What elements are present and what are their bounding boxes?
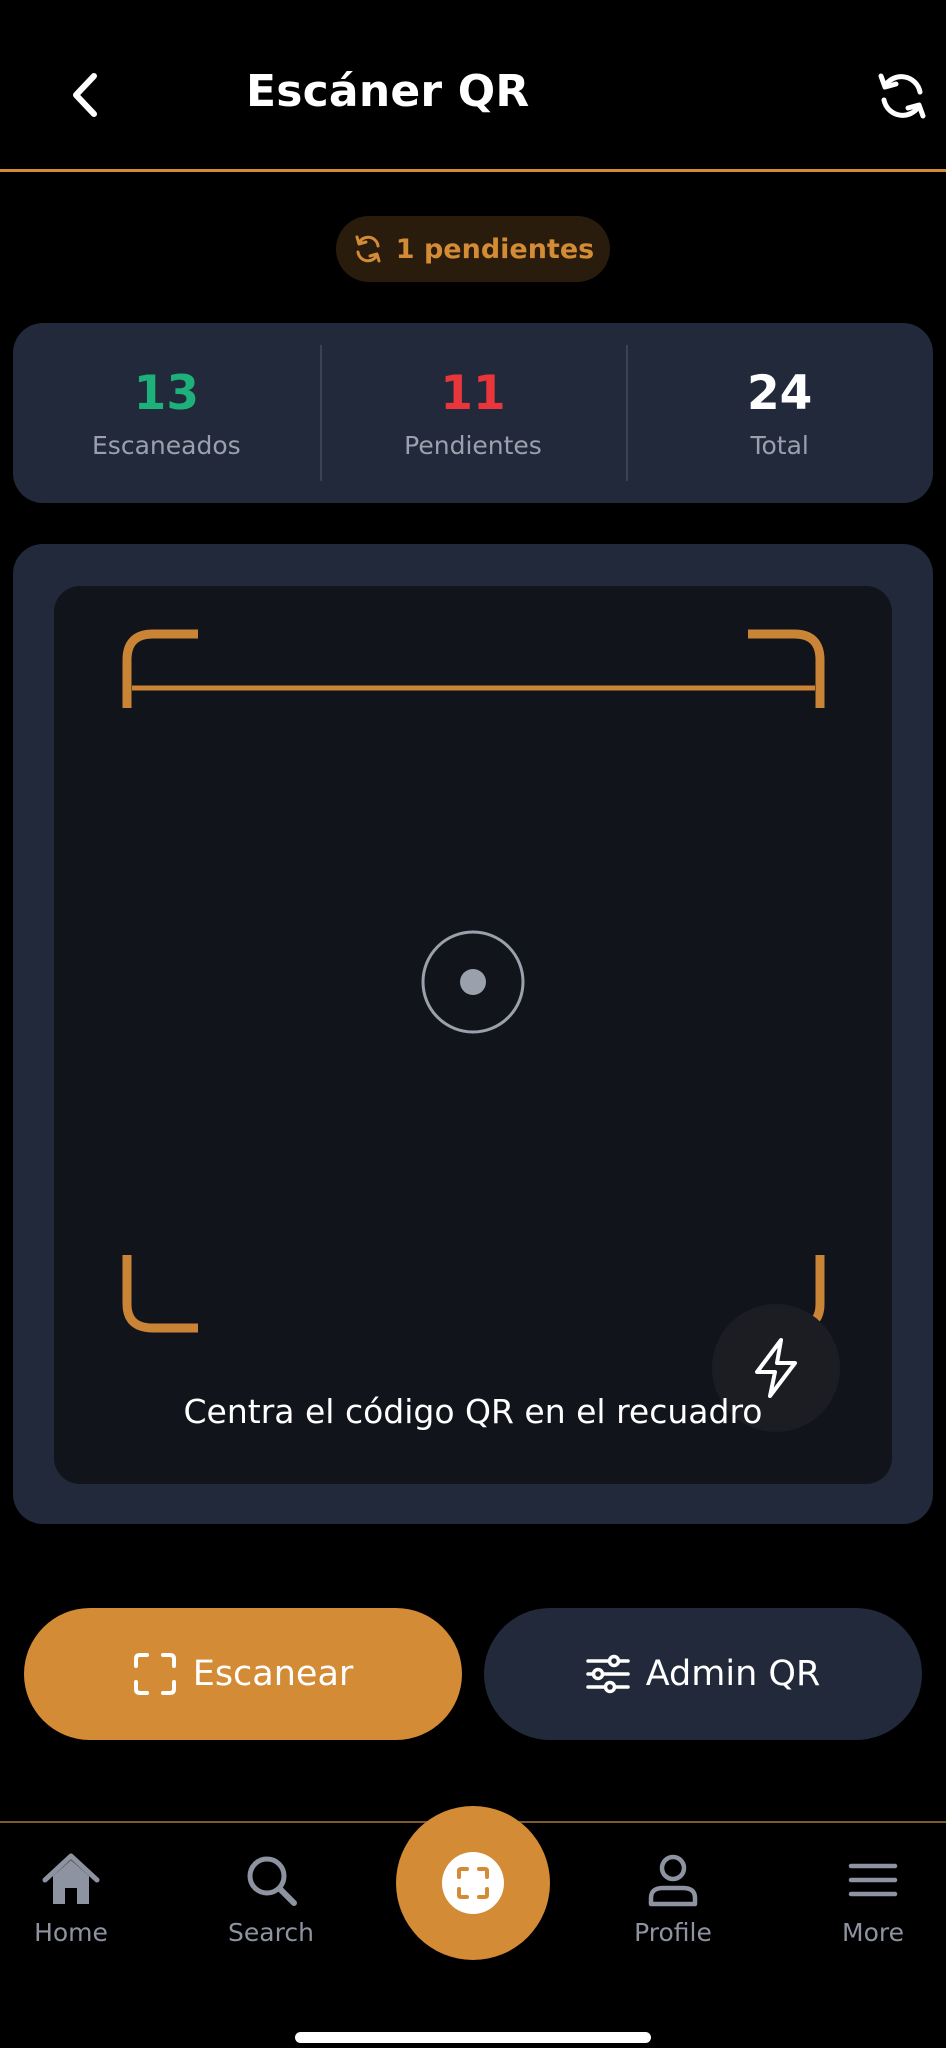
scan-button[interactable]: Escanear (24, 1608, 462, 1740)
nav-label-home: Home (34, 1918, 108, 1947)
menu-icon (848, 1863, 898, 1897)
search-icon (247, 1856, 297, 1906)
back-button[interactable] (62, 70, 112, 120)
sliders-icon (585, 1654, 630, 1694)
qr-scan-icon (442, 1852, 504, 1914)
pending-sync-label: 1 pendientes (395, 233, 595, 265)
stat-scanned: 13 Escaneados (13, 323, 320, 503)
nav-item-more[interactable]: More (813, 1852, 933, 1947)
stat-label: Escaneados (92, 431, 241, 460)
nav-scan-button[interactable] (396, 1806, 550, 1960)
stat-label: Pendientes (404, 431, 542, 460)
refresh-icon (878, 73, 926, 119)
scanner-hint: Centra el código QR en el recuadro (183, 1392, 763, 1431)
flash-icon (755, 1338, 797, 1398)
stat-label: Total (750, 431, 809, 460)
nav-item-profile[interactable]: Profile (613, 1852, 733, 1947)
nav-label-more: More (842, 1918, 904, 1947)
chevron-left-icon (73, 73, 97, 117)
scan-frame-icon (133, 1653, 176, 1695)
stat-value: 13 (133, 366, 200, 421)
scan-button-label: Escanear (192, 1654, 354, 1694)
admin-qr-button[interactable]: Admin QR (484, 1608, 922, 1740)
stat-value: 11 (440, 366, 506, 421)
stats-card: 13 Escaneados 11 Pendientes 24 Total (13, 323, 933, 503)
user-icon (648, 1854, 698, 1907)
nav-label-profile: Profile (634, 1918, 712, 1947)
home-icon (42, 1853, 100, 1904)
pending-sync-badge[interactable]: 1 pendientes (336, 216, 610, 282)
stat-total: 24 Total (626, 323, 933, 503)
refresh-button[interactable] (872, 66, 932, 126)
home-indicator (295, 2032, 651, 2043)
admin-qr-button-label: Admin QR (645, 1654, 821, 1694)
page-title: Escáner QR (246, 66, 530, 117)
stat-value: 24 (746, 366, 813, 421)
nav-item-search[interactable]: Search (211, 1852, 331, 1947)
sync-icon (355, 235, 381, 263)
stat-pending: 11 Pendientes (319, 323, 627, 503)
nav-label-search: Search (228, 1918, 314, 1947)
nav-item-home[interactable]: Home (11, 1852, 131, 1947)
